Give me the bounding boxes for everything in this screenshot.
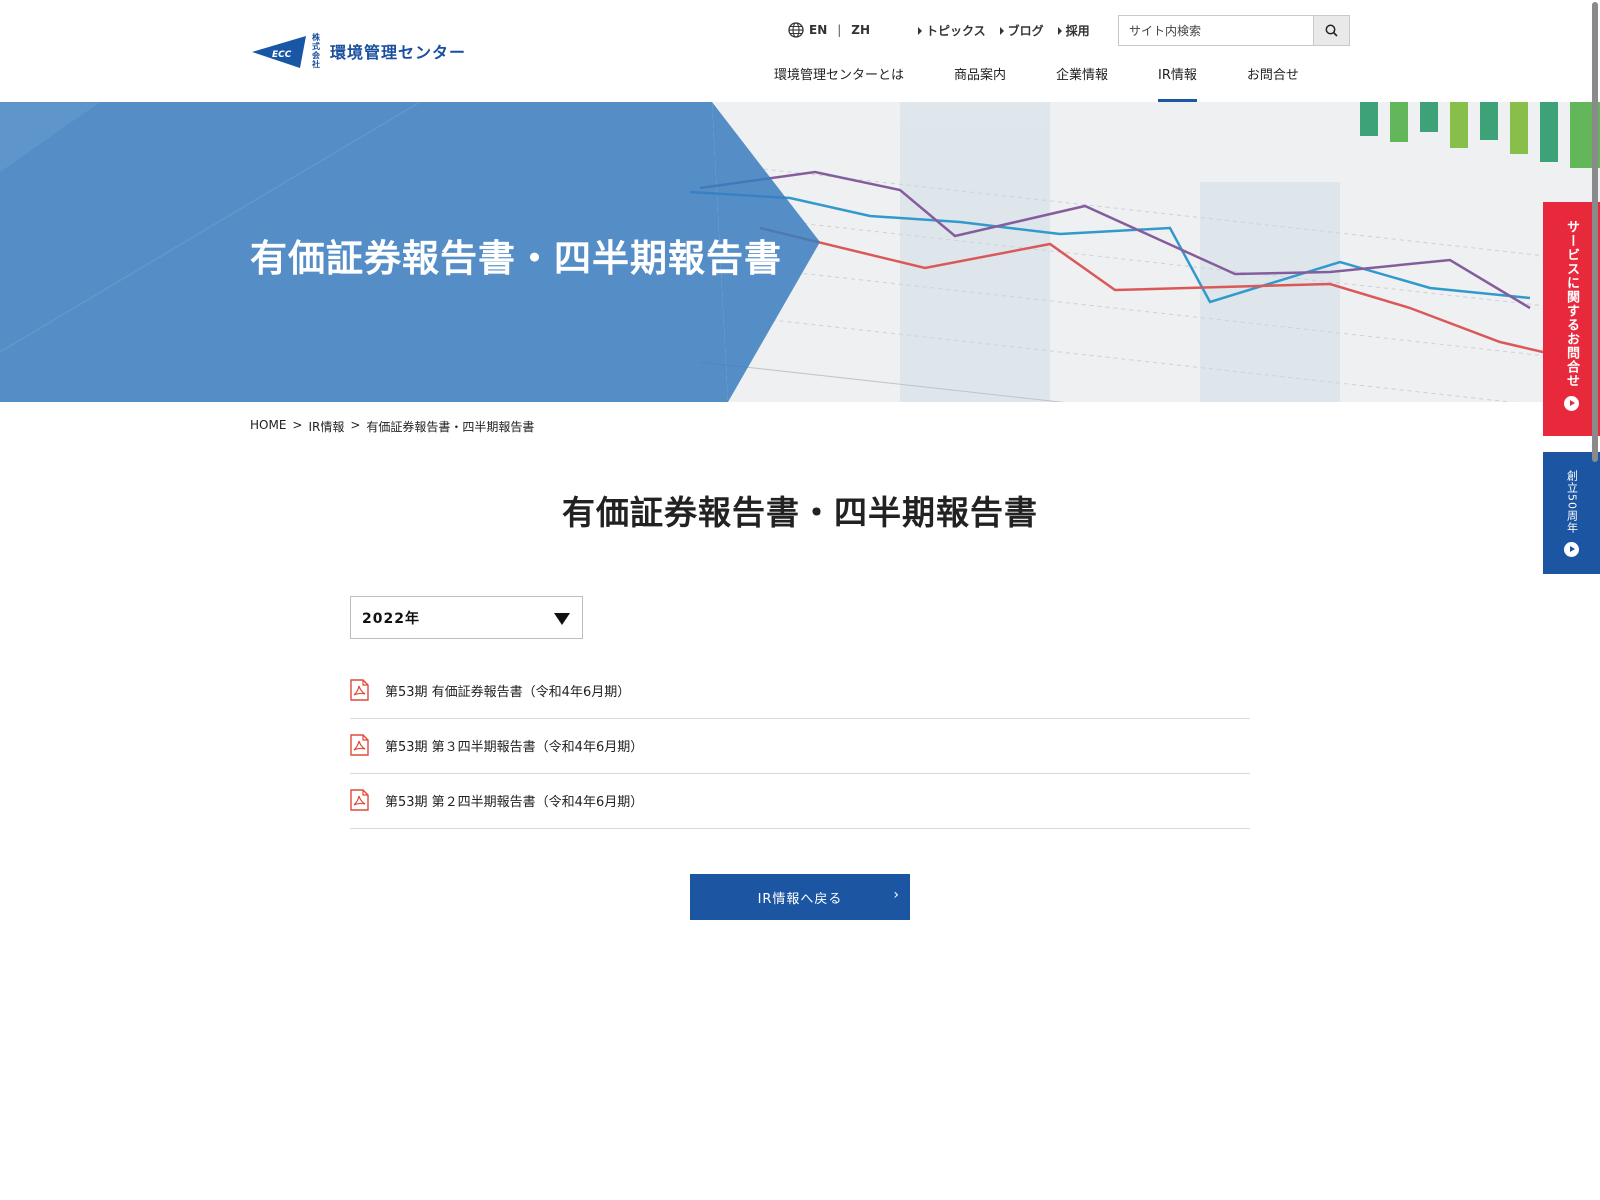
- hero-title: 有価証券報告書・四半期報告書: [250, 237, 782, 280]
- nav-item-products[interactable]: 商品案内: [954, 62, 1006, 102]
- nav-item-contact[interactable]: お問合せ: [1247, 62, 1299, 102]
- document-label: 第53期 第２四半期報告書（令和4年6月期）: [385, 794, 644, 810]
- document-item[interactable]: 第53期 第２四半期報告書（令和4年6月期）: [350, 774, 1250, 829]
- nav-item-company[interactable]: 企業情報: [1056, 62, 1108, 102]
- document-item[interactable]: 第53期 第３四半期報告書（令和4年6月期）: [350, 719, 1250, 774]
- breadcrumb-ir[interactable]: IR情報: [308, 418, 344, 435]
- utility-links: トピックス ブログ 採用: [918, 22, 1090, 39]
- language-switcher: EN | ZH: [788, 22, 870, 38]
- chevron-right-icon: ›: [893, 887, 900, 903]
- scrollbar-thumb[interactable]: [1592, 2, 1598, 462]
- back-button-label: IR情報へ戻る: [757, 891, 843, 907]
- pdf-icon: [350, 679, 369, 701]
- page-scrollbar[interactable]: [1590, 0, 1600, 470]
- site-search: [1118, 15, 1350, 46]
- breadcrumb-current: 有価証券報告書・四半期報告書: [366, 420, 535, 434]
- breadcrumb-separator: >: [292, 418, 303, 432]
- ecc-logo-icon: ECC: [252, 36, 306, 68]
- breadcrumb: HOME > IR情報 > 有価証券報告書・四半期報告書: [250, 418, 534, 435]
- hero-background-image: [0, 102, 1600, 402]
- svg-text:ECC: ECC: [272, 50, 292, 60]
- util-link-blog[interactable]: ブログ: [1000, 22, 1044, 39]
- logo-company-name: 環境管理センター: [330, 43, 467, 62]
- document-label: 第53期 第３四半期報告書（令和4年6月期）: [385, 739, 644, 755]
- site-logo[interactable]: ECC 株式会社 環境管理センター: [252, 33, 466, 69]
- document-list: 第53期 有価証券報告書（令和4年6月期） 第53期 第３四半期報告書（令和4年…: [350, 664, 1250, 829]
- nav-item-about[interactable]: 環境管理センターとは: [774, 62, 904, 102]
- caret-down-icon: [554, 613, 570, 625]
- util-link-recruit[interactable]: 採用: [1058, 22, 1090, 39]
- hero-banner: 有価証券報告書・四半期報告書: [0, 102, 1600, 402]
- breadcrumb-home[interactable]: HOME: [250, 418, 286, 435]
- arrow-circle-icon: [1564, 396, 1579, 411]
- nav-item-ir[interactable]: IR情報: [1158, 62, 1197, 102]
- pdf-icon: [350, 789, 369, 811]
- year-select[interactable]: 2022年: [350, 596, 583, 639]
- document-item[interactable]: 第53期 有価証券報告書（令和4年6月期）: [350, 664, 1250, 719]
- lang-separator: |: [837, 23, 842, 37]
- search-input[interactable]: [1119, 16, 1313, 45]
- pdf-icon: [350, 734, 369, 756]
- search-icon: [1325, 24, 1338, 37]
- site-header: ECC 株式会社 環境管理センター EN | ZH トピックス ブログ 採用 サ…: [0, 0, 1600, 102]
- lang-en-link[interactable]: EN: [809, 23, 827, 37]
- lang-zh-link[interactable]: ZH: [851, 23, 870, 37]
- back-to-ir-button[interactable]: IR情報へ戻る ›: [690, 874, 910, 920]
- util-link-topics[interactable]: トピックス: [918, 22, 986, 39]
- document-label: 第53期 有価証券報告書（令和4年6月期）: [385, 684, 631, 700]
- search-button[interactable]: [1313, 16, 1349, 45]
- logo-corp-type: 株式会社: [312, 33, 320, 69]
- year-select-value: 2022年: [362, 610, 420, 627]
- arrow-circle-icon: [1564, 542, 1579, 557]
- global-nav: 環境管理センターとは 商品案内 企業情報 IR情報 お問合せ: [774, 62, 1299, 102]
- page-title: 有価証券報告書・四半期報告書: [562, 493, 1038, 532]
- breadcrumb-separator: >: [350, 418, 361, 432]
- side-contact-label: サービスに関するお問合せ: [1564, 220, 1579, 388]
- globe-icon: [788, 22, 804, 38]
